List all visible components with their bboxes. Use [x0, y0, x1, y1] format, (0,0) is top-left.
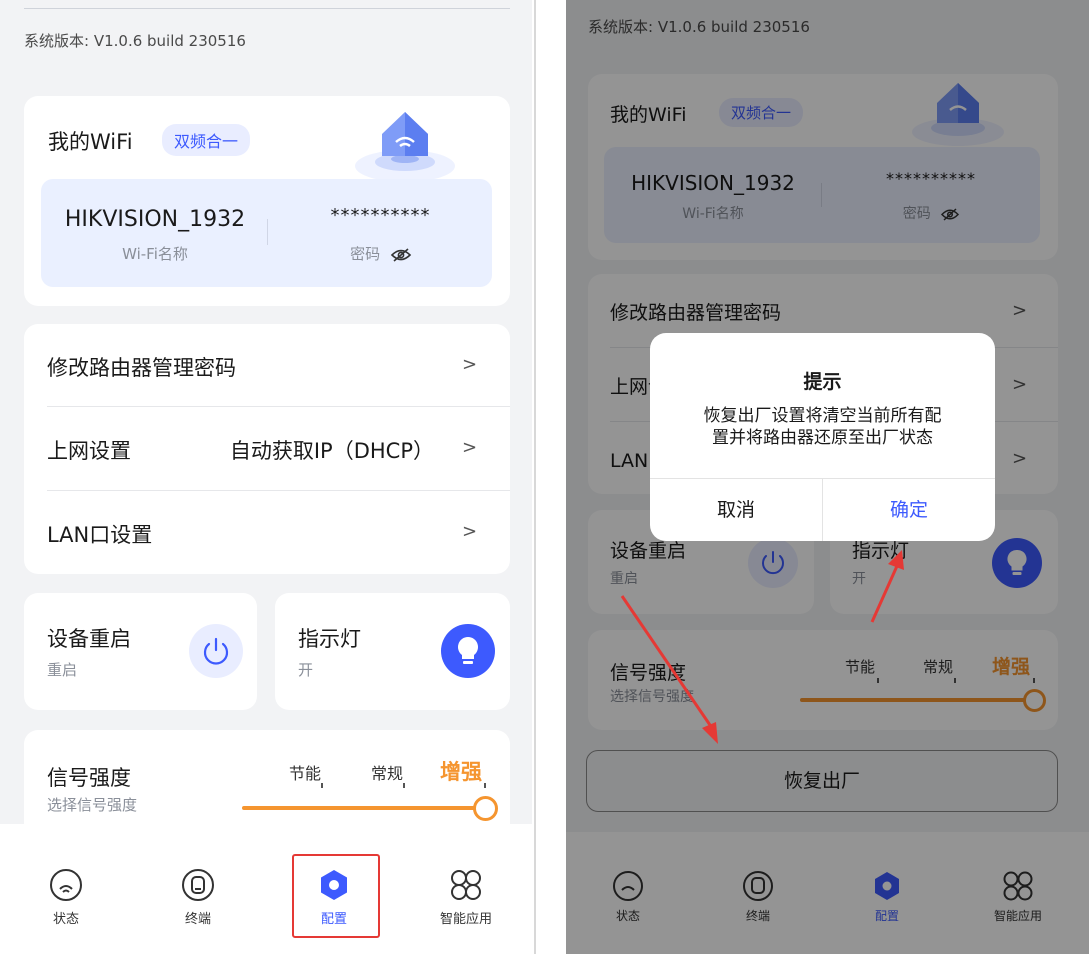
- top-divider: [24, 8, 510, 9]
- status-icon: [50, 869, 82, 901]
- highlight-box-config-tab: [292, 854, 380, 938]
- signal-level-normal[interactable]: 常规: [364, 760, 410, 784]
- apps-icon: [451, 870, 481, 900]
- tab-terminal[interactable]: 终端: [168, 868, 228, 927]
- tab-status[interactable]: 状态: [36, 868, 96, 927]
- left-screen: 系统版本: V1.0.6 build 230516 我的WiFi 双频合一 HI…: [0, 0, 532, 954]
- slider-tick: [484, 783, 486, 788]
- wifi-info-box: HIKVISION_1932 Wi-Fi名称 ********** 密码: [41, 179, 492, 287]
- signal-level-eco[interactable]: 节能: [282, 760, 328, 784]
- power-icon: [203, 637, 229, 665]
- indicator-toggle[interactable]: [441, 624, 495, 678]
- settings-row-label: 上网设置: [47, 439, 131, 463]
- power-button[interactable]: [189, 624, 243, 678]
- wifi-password-row: 密码: [269, 243, 492, 264]
- dual-band-badge: 双频合一: [162, 124, 251, 156]
- slider-tick: [403, 783, 405, 788]
- terminal-icon: [182, 869, 214, 901]
- indicator-sub: 开: [298, 661, 314, 679]
- wifi-title: 我的WiFi: [48, 130, 133, 154]
- arrow-to-confirm-button: [870, 550, 904, 623]
- settings-row-admin-password[interactable]: 修改路由器管理密码 >: [24, 324, 510, 407]
- bulb-icon: [458, 637, 478, 664]
- signal-slider-knob[interactable]: [473, 796, 498, 821]
- internet-mode-value: 自动获取IP（DHCP）: [229, 439, 434, 463]
- settings-row-internet[interactable]: 上网设置 自动获取IP（DHCP） >: [24, 407, 510, 491]
- indicator-title: 指示灯: [298, 627, 361, 651]
- signal-slider-track[interactable]: [242, 806, 484, 810]
- annotation-arrows: [620, 550, 904, 744]
- settings-row-label: 修改路由器管理密码: [47, 356, 236, 380]
- tab-label: 终端: [184, 912, 211, 927]
- settings-card: 修改路由器管理密码 > 上网设置 自动获取IP（DHCP） > LAN口设置 >: [24, 324, 510, 574]
- wifi-password: **********: [330, 205, 431, 226]
- settings-row-lan[interactable]: LAN口设置 >: [24, 491, 510, 574]
- wifi-ssid-label: Wi-Fi名称: [122, 245, 188, 263]
- wifi-card: 我的WiFi 双频合一 HIKVISION_1932 Wi-Fi名称 *****…: [24, 96, 510, 306]
- wifi-info-separator: [267, 219, 268, 245]
- indicator-tile[interactable]: 指示灯 开: [275, 593, 510, 710]
- reboot-tile[interactable]: 设备重启 重启: [24, 593, 257, 710]
- chevron-right-icon: >: [462, 437, 478, 458]
- wifi-ssid: HIKVISION_1932: [64, 207, 246, 232]
- tab-label: 状态: [52, 912, 79, 927]
- signal-title: 信号强度: [47, 766, 131, 790]
- signal-sub: 选择信号强度: [47, 796, 138, 814]
- reboot-title: 设备重启: [47, 627, 131, 651]
- chevron-right-icon: >: [462, 354, 478, 375]
- tab-smart-apps[interactable]: 智能应用: [428, 868, 504, 927]
- eye-hidden-icon[interactable]: [390, 247, 412, 262]
- bottom-tab-bar: 状态 终端 配置 智能应用: [0, 824, 532, 954]
- slider-tick: [321, 783, 323, 788]
- chevron-right-icon: >: [462, 521, 478, 542]
- settings-row-label: LAN口设置: [47, 523, 153, 547]
- screenshot-divider: [534, 0, 536, 954]
- reboot-sub: 重启: [47, 661, 78, 679]
- system-version: 系统版本: V1.0.6 build 230516: [24, 32, 246, 50]
- tab-label: 智能应用: [439, 912, 492, 927]
- router-house-icon: [355, 112, 455, 182]
- arrow-to-restore-button: [620, 595, 718, 744]
- right-screen: 系统版本: V1.0.6 build 230516 我的WiFi 双频合一 HI…: [566, 0, 1089, 954]
- signal-level-boost[interactable]: 增强: [434, 756, 488, 786]
- wifi-password-label: 密码: [350, 245, 381, 263]
